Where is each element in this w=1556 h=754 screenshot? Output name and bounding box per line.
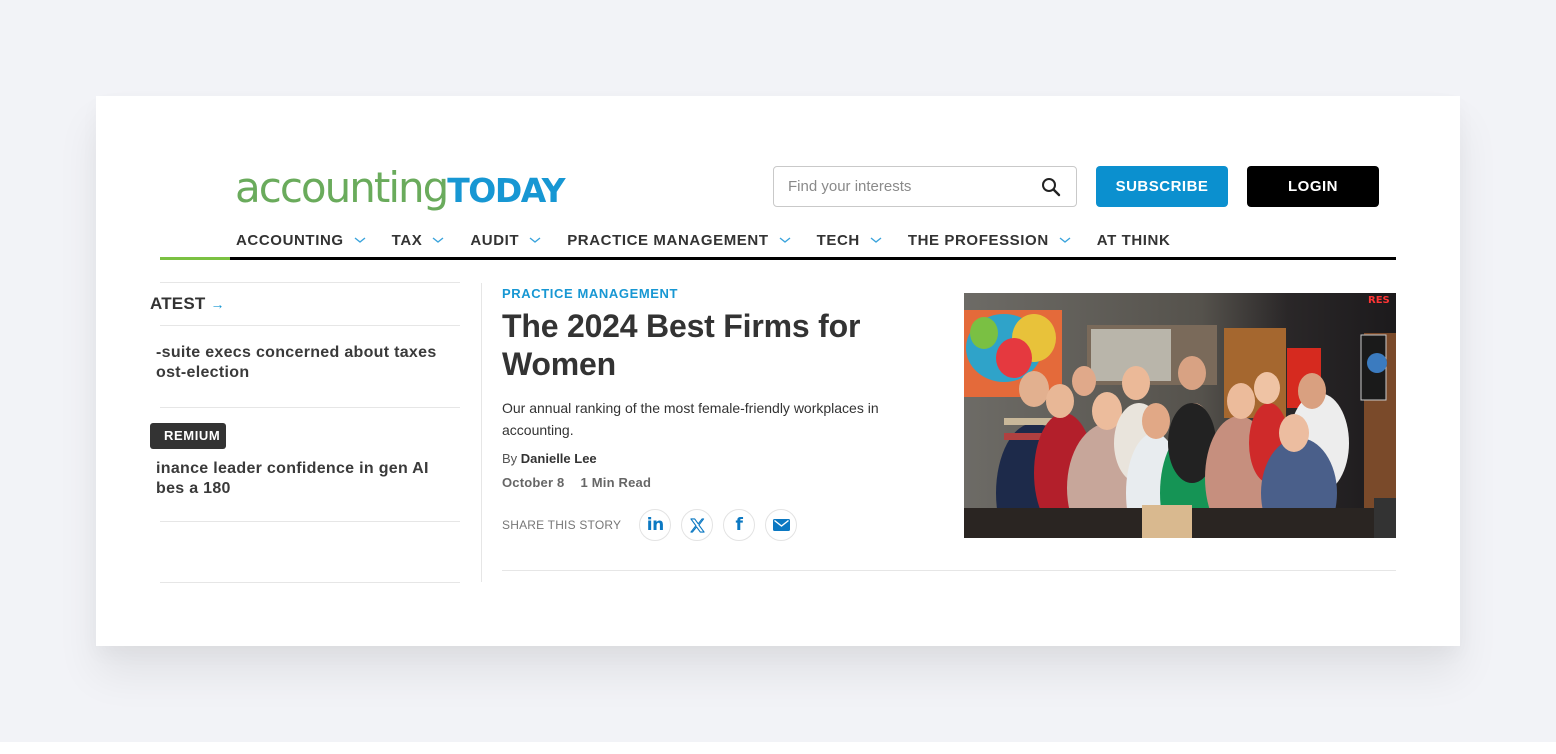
nav-label: AUDIT [470,231,520,249]
chevron-down-icon [870,237,882,243]
category-kicker[interactable]: PRACTICE MANAGEMENT [502,286,902,301]
list-item-empty [160,522,460,582]
subscribe-button[interactable]: SUBSCRIBE [1096,166,1228,207]
story-summary: Our annual ranking of the most female-fr… [502,400,879,438]
arrow-right-icon: → [210,296,225,312]
nav-divider [160,257,1396,260]
site-logo[interactable]: accountingTODAY [235,162,566,216]
nav-item-at-think[interactable]: AT THINK [1097,232,1171,249]
x-icon [690,517,705,533]
divider [502,570,1396,571]
nav-label: AT THINK [1096,231,1171,249]
bottom-strip [0,742,1556,754]
linkedin-share-button[interactable]: in [639,509,672,541]
search-box[interactable] [773,166,1077,207]
facebook-share-button[interactable]: f [723,509,756,541]
column-divider [481,283,482,582]
nav-label: PRACTICE MANAGEMENT [567,231,769,249]
x-share-button[interactable] [681,509,714,541]
chevron-down-icon [354,237,366,243]
list-item[interactable]: REMIUM inance leader confidence in gen A… [150,408,460,521]
email-icon [772,519,790,531]
share-label: SHARE THIS STORY [502,518,622,532]
feature-image[interactable]: RES [964,293,1396,538]
publish-date: October 8 [502,475,565,490]
chevron-down-icon [779,237,791,243]
story-title-line: inance leader confidence in gen AI [156,460,429,477]
headline[interactable]: The 2024 Best Firms for Women [502,307,902,383]
divider [160,582,460,583]
story-title-line: bes a 180 [156,480,231,497]
logo-accounting: accounting [235,163,449,212]
chevron-down-icon [529,237,541,243]
byline-prefix: By [502,451,518,466]
premium-badge: REMIUM [150,423,227,449]
story-title[interactable]: inance leader confidence in gen AI bes a… [156,459,460,499]
feature-story: PRACTICE MANAGEMENT The 2024 Best Firms … [502,286,902,541]
list-item[interactable]: -suite execs concerned about taxes ost-e… [156,326,460,407]
search-icon[interactable] [1040,176,1062,198]
latest-heading-label: ATEST [150,294,206,313]
linkedin-icon: in [646,515,664,535]
latest-heading[interactable]: ATEST → [150,283,460,325]
facebook-icon: f [735,515,743,535]
chevron-down-icon [432,237,444,243]
share-bar: SHARE THIS STORY in f [502,509,902,541]
login-button[interactable]: LOGIN [1247,166,1379,207]
chevron-down-icon [1059,237,1071,243]
nav-item-accounting[interactable]: ACCOUNTING [236,232,366,249]
story-title[interactable]: -suite execs concerned about taxes ost-e… [156,343,460,383]
search-input[interactable] [788,178,1040,195]
nav-accent-bar [160,257,230,260]
read-time: 1 Min Read [580,475,652,490]
author-link[interactable]: Danielle Lee [521,451,597,466]
nav-label: ACCOUNTING [236,231,344,249]
neon-sign-text: RES [1368,295,1390,306]
page-card: accountingTODAY SUBSCRIBE LOGIN ACCOUNTI… [96,96,1460,646]
nav-label: TAX [391,231,423,249]
story-title-line: -suite execs concerned about taxes [156,344,437,361]
story-title-line: ost-election [156,364,250,381]
nav-item-audit[interactable]: AUDIT [470,232,541,249]
group-photo: RES [964,293,1396,538]
latest-column: ATEST → -suite execs concerned about tax… [150,282,460,583]
nav-item-practice-management[interactable]: PRACTICE MANAGEMENT [567,231,791,249]
main-nav: ACCOUNTING TAX AUDIT PRACTICE MANAGEMENT… [236,228,1196,252]
nav-label: THE PROFESSION [907,231,1049,249]
nav-item-tax[interactable]: TAX [392,232,445,249]
nav-item-the-profession[interactable]: THE PROFESSION [908,232,1071,249]
byline: By Danielle Lee [502,451,902,466]
nav-label: TECH [816,231,860,249]
logo-today: TODAY [447,171,565,210]
nav-item-tech[interactable]: TECH [817,232,882,249]
email-share-button[interactable] [765,509,798,541]
story-meta: October 8 1 Min Read [502,475,902,490]
